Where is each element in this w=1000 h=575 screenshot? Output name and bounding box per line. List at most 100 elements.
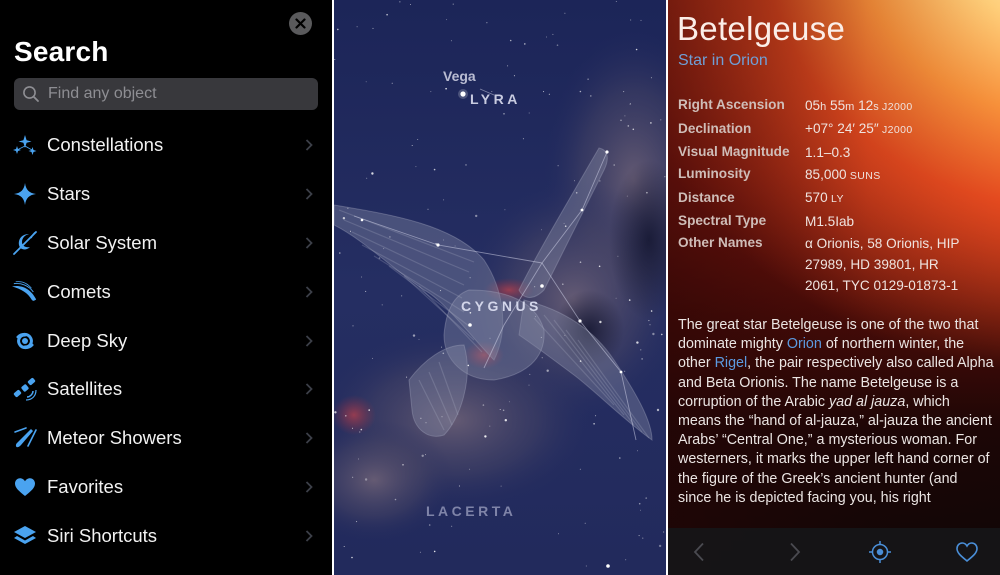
background-star [522,138,524,140]
orion-link[interactable]: Orion [787,336,822,352]
property-visual-magnitude: Visual Magnitude 1.1–0.3 [678,141,996,163]
constellation-label-lacerta[interactable]: LACERTA [426,503,516,519]
constellations-icon [12,132,38,158]
menu-item-favorites[interactable]: Favorites [0,463,332,512]
background-star [337,28,339,31]
background-star [342,217,346,220]
menu-item-siri-shortcuts[interactable]: Siri Shortcuts [0,511,332,560]
background-star [352,476,354,478]
distance-value: 570 [805,190,828,205]
background-star [640,509,641,511]
background-star [579,261,582,264]
menu-item-stars[interactable]: Stars [0,170,332,219]
menu-item-satellites[interactable]: Satellites [0,365,332,414]
background-star [365,81,367,83]
favorite-button[interactable] [954,539,980,565]
background-star [368,409,370,411]
menu-item-comets[interactable]: Comets [0,267,332,316]
star-sadr[interactable] [540,284,544,288]
star[interactable] [360,218,364,222]
property-label: Luminosity [678,166,751,181]
locate-button[interactable] [867,539,893,565]
background-star [660,119,662,121]
star[interactable] [605,150,609,154]
background-star [564,12,566,14]
background-star [427,208,429,210]
background-star [359,431,361,433]
close-button[interactable] [289,12,312,35]
page-title: Search [14,36,109,67]
dec-value: +07° 24′ 25″ [805,121,879,136]
object-subtitle-link[interactable]: Star in Orion [678,52,768,70]
background-star [543,91,545,93]
background-star [421,454,424,457]
rigel-link[interactable]: Rigel [715,355,748,371]
background-star [648,320,650,322]
search-input[interactable] [48,85,308,103]
ra-minutes: 55 [826,97,846,113]
chevron-right-icon [790,542,801,562]
star[interactable] [580,208,584,212]
sky-map[interactable] [334,0,666,575]
menu-item-solar-system[interactable]: Solar System [0,219,332,268]
back-button[interactable] [686,539,712,565]
background-star [574,180,575,182]
background-star [381,304,383,306]
constellation-label-lyra[interactable]: LYRA [470,91,521,107]
star[interactable] [468,323,472,327]
background-star [658,544,662,548]
star[interactable] [606,564,610,568]
background-star [640,19,642,21]
star[interactable] [619,370,623,374]
background-star [623,91,625,93]
ra-hours: 05 [805,97,821,113]
sky-view-panel[interactable]: Vega LYRA CYGNUS LACERTA [334,0,666,575]
search-panel: Search Constellations [0,0,332,575]
chevron-right-icon [305,481,313,493]
menu-item-label: Satellites [47,378,123,400]
constellation-label-cygnus[interactable]: CYGNUS [461,298,542,314]
background-star [624,115,626,117]
menu-item-constellations[interactable]: Constellations [0,121,332,170]
property-label: Visual Magnitude [678,144,790,159]
star-label-vega[interactable]: Vega [443,68,476,84]
menu-item-label: Solar System [47,231,158,253]
description-text: The great star Betelgeuse is one of the … [678,316,994,508]
background-star [546,369,549,372]
background-star [661,333,663,336]
menu-item-meteor-showers[interactable]: Meteor Showers [0,414,332,463]
background-star [627,125,630,127]
background-star [584,522,586,524]
object-name: Betelgeuse [677,10,846,47]
background-star [548,93,550,95]
background-star [504,209,506,211]
property-luminosity: Luminosity 85,000 SUNS [678,163,996,187]
star-icon [12,181,38,207]
background-star [391,82,393,84]
menu-item-deep-sky[interactable]: Deep Sky [0,316,332,365]
background-star [366,177,368,179]
background-star [445,87,447,90]
chevron-right-icon [305,334,313,347]
background-star [402,464,404,466]
background-star [650,310,653,312]
star[interactable] [436,243,440,247]
menu-item-label: Comets [47,280,111,302]
forward-button[interactable] [782,539,808,565]
background-star [575,192,578,194]
description-segment: , which means the “hand of al-jauza,” al… [678,393,992,506]
property-label: Right Ascension [678,97,785,112]
background-star [386,13,388,16]
background-star [469,468,471,470]
background-star [372,357,373,359]
menu-item-label: Siri Shortcuts [47,524,158,546]
background-star [664,176,666,178]
background-star [541,357,543,359]
property-label: Distance [678,189,735,205]
star[interactable] [578,319,582,323]
search-field[interactable] [14,78,318,110]
background-star [440,290,442,292]
background-star [529,373,531,375]
background-star [418,338,420,340]
background-star [352,427,353,429]
